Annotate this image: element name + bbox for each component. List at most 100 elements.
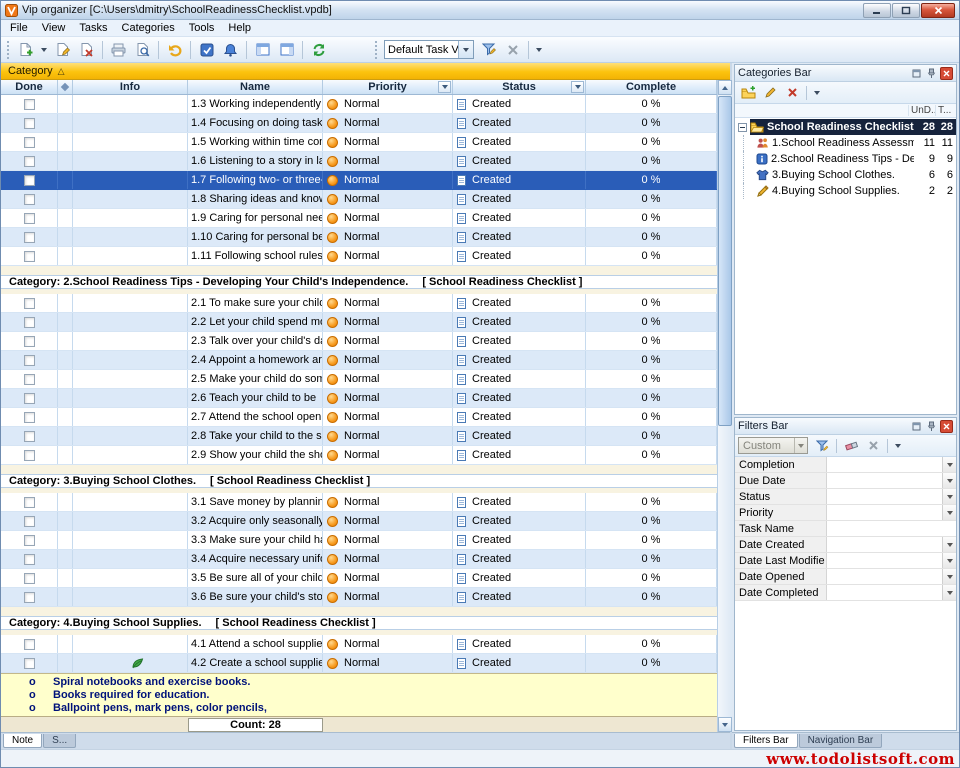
tab-filters-bar[interactable]: Filters Bar [734,734,798,748]
task-done-checkbox[interactable] [24,251,35,262]
dropdown-button[interactable] [942,473,956,488]
task-row[interactable]: 2.8 Take your child to the schoolNormalC… [1,427,717,446]
category-separator-row[interactable]: Category: 3.Buying School Clothes.[ Scho… [1,474,717,488]
task-done-checkbox[interactable] [24,374,35,385]
task-done-checkbox[interactable] [24,412,35,423]
task-done-checkbox[interactable] [24,431,35,442]
delete-task-button[interactable] [75,39,98,61]
vertical-scrollbar[interactable] [717,80,732,732]
column-header-undone[interactable]: UnD... [908,105,935,116]
task-done-checkbox[interactable] [24,639,35,650]
menu-item-help[interactable]: Help [221,21,258,35]
column-header-total[interactable]: T... [935,105,956,116]
float-panel-icon[interactable] [910,420,923,433]
dropdown-button[interactable] [942,569,956,584]
task-row[interactable]: 1.6 Listening to a story in large andNor… [1,152,717,171]
scroll-down-button[interactable] [718,717,732,732]
filter-preset-combo[interactable]: Custom [738,437,808,454]
dropdown-button[interactable] [942,457,956,472]
task-view-combo[interactable]: Default Task V [384,40,474,59]
toolbar-grip[interactable] [375,41,378,59]
task-done-checkbox[interactable] [24,450,35,461]
filter-value-date-last-modifie[interactable] [827,553,956,568]
task-done-checkbox[interactable] [24,194,35,205]
task-row[interactable]: 1.7 Following two- or three-step oralNor… [1,171,717,190]
edit-task-button[interactable] [51,39,74,61]
priority-filter-button[interactable] [438,81,451,93]
task-row[interactable]: 3.5 Be sure all of your child's newNorma… [1,569,717,588]
task-done-checkbox[interactable] [24,137,35,148]
column-header-info[interactable]: Info [73,80,188,94]
minimize-button[interactable] [863,3,891,18]
print-button[interactable] [107,39,130,61]
categories-toolbar-options-button[interactable] [811,84,823,102]
pin-panel-icon[interactable] [925,67,938,80]
scroll-thumb[interactable] [718,96,732,426]
task-row[interactable]: 2.4 Appoint a homework area inNormalCrea… [1,351,717,370]
complete-task-button[interactable] [195,39,218,61]
group-by-band[interactable]: Category △ [1,63,730,80]
status-filter-button[interactable] [571,81,584,93]
toolbar-grip[interactable] [7,41,10,59]
menu-item-file[interactable]: File [3,21,35,35]
task-done-checkbox[interactable] [24,516,35,527]
filter-value-task-name[interactable] [827,521,956,536]
task-done-checkbox[interactable] [24,175,35,186]
task-row[interactable]: 1.8 Sharing ideas and knowledgeNormalCre… [1,190,717,209]
pin-panel-icon[interactable] [925,420,938,433]
new-task-button[interactable] [14,39,37,61]
category-tree-item[interactable]: 1.School Readiness Assessme1111 [735,135,956,151]
category-separator-row[interactable]: Category: 4.Buying School Supplies.[ Sch… [1,616,717,630]
task-row[interactable]: 1.3 Working independently andNormalCreat… [1,95,717,114]
task-done-checkbox[interactable] [24,213,35,224]
task-row[interactable]: 1.5 Working within time constraint.Norma… [1,133,717,152]
reminder-button[interactable] [219,39,242,61]
task-row[interactable]: 3.4 Acquire necessary uniforms orNormalC… [1,550,717,569]
toggle-notes-panel-button[interactable] [251,39,274,61]
task-done-checkbox[interactable] [24,336,35,347]
task-row[interactable]: 1.9 Caring for personal needs.NormalCrea… [1,209,717,228]
scroll-up-button[interactable] [718,80,732,95]
filter-value-date-opened[interactable] [827,569,956,584]
task-row[interactable]: 2.1 To make sure your child isNormalCrea… [1,294,717,313]
task-done-checkbox[interactable] [24,535,35,546]
clear-filter-button[interactable] [841,437,861,455]
edit-filter-button[interactable] [812,437,832,455]
filter-value-due-date[interactable] [827,473,956,488]
task-row[interactable]: 2.3 Talk over your child's day. ByNormal… [1,332,717,351]
category-tree-item[interactable]: 3.Buying School Clothes.66 [735,167,956,183]
task-done-checkbox[interactable] [24,554,35,565]
task-done-checkbox[interactable] [24,317,35,328]
dropdown-button[interactable] [942,537,956,552]
close-button[interactable] [921,3,955,18]
menu-item-tools[interactable]: Tools [182,21,222,35]
close-panel-icon[interactable] [940,420,953,433]
edit-category-button[interactable] [760,84,780,102]
column-header-priority[interactable]: Priority [323,80,453,94]
task-done-checkbox[interactable] [24,658,35,669]
dropdown-button[interactable] [942,585,956,600]
undo-button[interactable] [163,39,186,61]
new-task-dropdown-button[interactable] [38,39,50,61]
dropdown-button[interactable] [942,553,956,568]
filter-value-date-created[interactable] [827,537,956,552]
close-panel-icon[interactable] [940,67,953,80]
maximize-button[interactable] [892,3,920,18]
filter-value-status[interactable] [827,489,956,504]
column-header-status[interactable]: Status [453,80,586,94]
task-done-checkbox[interactable] [24,355,35,366]
task-row[interactable]: 3.1 Save money by planning yourNormalCre… [1,493,717,512]
tab-note[interactable]: Note [3,734,42,748]
menu-item-tasks[interactable]: Tasks [72,21,114,35]
menu-item-categories[interactable]: Categories [115,21,182,35]
column-header-flag[interactable] [58,80,73,94]
category-separator-row[interactable]: Category: 2.School Readiness Tips - Deve… [1,275,717,289]
dropdown-button[interactable] [942,505,956,520]
task-row[interactable]: 3.2 Acquire only seasonallyNormalCreated… [1,512,717,531]
task-row[interactable]: 4.1 Attend a school supplies shopNormalC… [1,635,717,654]
filter-value-priority[interactable] [827,505,956,520]
task-done-checkbox[interactable] [24,298,35,309]
filters-toolbar-options-button[interactable] [892,437,904,455]
task-row[interactable]: 2.7 Attend the school open dayNormalCrea… [1,408,717,427]
task-done-checkbox[interactable] [24,232,35,243]
